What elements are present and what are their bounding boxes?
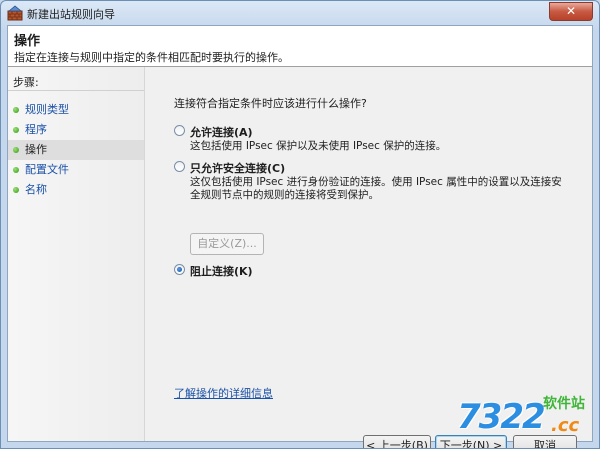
- site-watermark-logo: 7322 软件站 .cc: [455, 393, 595, 445]
- step-label: 规则类型: [25, 103, 69, 116]
- allow-connection-radio[interactable]: [174, 125, 185, 136]
- step-bullet-icon: [13, 107, 19, 113]
- allow-secure-description-line-2: 全规则节点中的规则的连接将受到保护。: [190, 189, 379, 201]
- page-title: 操作: [14, 34, 41, 49]
- main-panel: 连接符合指定条件时应该进行什么操作? 允许连接(A) 这包括使用 IPsec 保…: [145, 67, 592, 448]
- back-button[interactable]: < 上一步(B): [363, 435, 431, 448]
- window-title: 新建出站规则向导: [27, 8, 115, 21]
- step-label: 操作: [25, 143, 47, 156]
- wizard-window: 新建出站规则向导 ✕ 操作 指定在连接与规则中指定的条件相匹配时要执行的操作。 …: [0, 0, 600, 449]
- page-header: 操作 指定在连接与规则中指定的条件相匹配时要执行的操作。: [8, 26, 592, 67]
- title-bar[interactable]: 新建出站规则向导 ✕: [1, 1, 599, 25]
- steps-pane: 步骤: 规则类型 程序 操作 配置文件 名称: [8, 67, 145, 441]
- step-name[interactable]: 名称: [8, 180, 144, 200]
- allow-secure-description-line-1: 这仅包括使用 IPsec 进行身份验证的连接。使用 IPsec 属性中的设置以及…: [190, 176, 562, 188]
- allow-connection-description: 这包括使用 IPsec 保护以及未使用 IPsec 保护的连接。: [190, 140, 447, 152]
- step-label: 程序: [25, 123, 47, 136]
- allow-secure-connection-label[interactable]: 只允许安全连接(C): [190, 160, 285, 176]
- watermark-digits: 7322: [457, 397, 546, 437]
- allow-secure-connection-radio[interactable]: [174, 161, 185, 172]
- step-bullet-icon: [13, 187, 19, 193]
- close-icon[interactable]: ✕: [566, 4, 576, 18]
- step-bullet-icon: [13, 167, 19, 173]
- step-bullet-icon: [13, 127, 19, 133]
- step-label: 配置文件: [25, 163, 69, 176]
- step-label: 名称: [25, 183, 47, 196]
- watermark-domain-suffix: .cc: [551, 415, 580, 436]
- watermark-site-name: 软件站: [543, 396, 585, 412]
- block-connection-label[interactable]: 阻止连接(K): [190, 263, 253, 279]
- allow-connection-label[interactable]: 允许连接(A): [190, 124, 253, 140]
- step-action[interactable]: 操作: [8, 140, 144, 160]
- wizard-client-area: 操作 指定在连接与规则中指定的条件相匹配时要执行的操作。 步骤: 规则类型 程序…: [7, 25, 593, 448]
- firewall-app-icon: [7, 5, 23, 21]
- block-connection-radio[interactable]: [174, 264, 185, 275]
- customize-button[interactable]: 自定义(Z)...: [190, 233, 264, 255]
- learn-more-link[interactable]: 了解操作的详细信息: [174, 385, 273, 401]
- action-question: 连接符合指定条件时应该进行什么操作?: [174, 97, 367, 110]
- close-button[interactable]: ✕: [549, 2, 593, 21]
- step-program[interactable]: 程序: [8, 120, 144, 140]
- step-bullet-icon: [13, 147, 19, 153]
- page-description: 指定在连接与规则中指定的条件相匹配时要执行的操作。: [14, 51, 289, 64]
- steps-divider: [8, 90, 144, 91]
- step-rule-type[interactable]: 规则类型: [8, 100, 144, 120]
- steps-heading: 步骤:: [13, 76, 39, 89]
- step-profile[interactable]: 配置文件: [8, 160, 144, 180]
